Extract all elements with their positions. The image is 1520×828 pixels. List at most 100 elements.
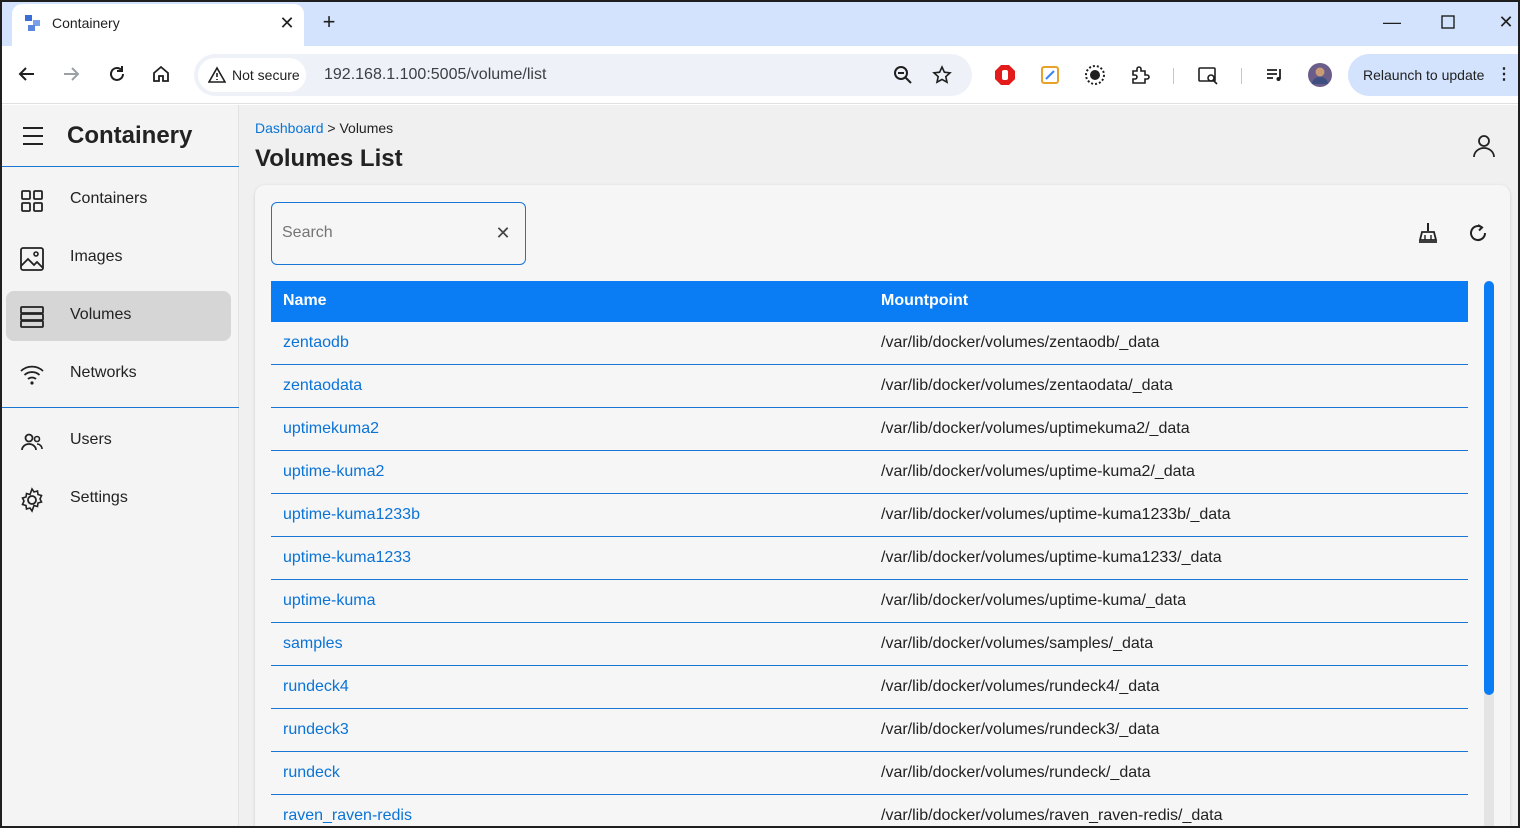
table-row[interactable]: samples/var/lib/docker/volumes/samples/_… <box>271 623 1468 666</box>
media-control-icon[interactable] <box>1262 62 1288 88</box>
volume-name-link[interactable]: rundeck3 <box>283 721 349 739</box>
volume-name-link[interactable]: raven_raven-redis <box>283 807 412 825</box>
relaunch-button[interactable]: Relaunch to update ⋮ <box>1348 54 1518 96</box>
sidebar-item-label: Volumes <box>70 306 132 323</box>
volume-name-link[interactable]: uptimekuma2 <box>283 420 379 438</box>
sidebar-item-label: Users <box>70 431 112 448</box>
back-icon[interactable] <box>12 59 42 89</box>
column-header-mountpoint[interactable]: Mountpoint <box>881 292 968 310</box>
breadcrumb-current: Volumes <box>339 120 394 136</box>
volume-name-link[interactable]: uptime-kuma1233b <box>283 506 420 524</box>
maximize-icon[interactable] <box>1428 8 1468 38</box>
address-bar[interactable]: Not secure 192.168.1.100:5005/volume/lis… <box>194 54 972 96</box>
scrollbar-track[interactable] <box>1484 281 1494 826</box>
account-icon[interactable] <box>1471 133 1497 159</box>
home-icon[interactable] <box>146 59 176 89</box>
tab-close-icon[interactable]: ✕ <box>274 10 300 36</box>
bookmark-star-icon[interactable] <box>931 64 953 86</box>
sidebar-item-label: Images <box>70 248 123 265</box>
sidebar-divider <box>2 407 239 408</box>
table-row[interactable]: rundeck4/var/lib/docker/volumes/rundeck4… <box>271 666 1468 709</box>
warning-icon <box>208 66 226 83</box>
table-row[interactable]: uptimekuma2/var/lib/docker/volumes/uptim… <box>271 408 1468 451</box>
table-row[interactable]: rundeck3/var/lib/docker/volumes/rundeck3… <box>271 709 1468 752</box>
sidebar: Containery Containers Images Volumes Net… <box>2 105 239 826</box>
table-row[interactable]: uptime-kuma1233b/var/lib/docker/volumes/… <box>271 494 1468 537</box>
sidebar-item-label: Containers <box>70 190 148 207</box>
search-field: ✕ <box>271 202 526 265</box>
volume-name-link[interactable]: uptime-kuma2 <box>283 463 384 481</box>
new-tab-icon[interactable]: + <box>314 8 344 38</box>
volume-name-link[interactable]: uptime-kuma <box>283 592 375 610</box>
volume-mountpoint: /var/lib/docker/volumes/samples/_data <box>881 635 1154 652</box>
wifi-icon <box>18 361 46 389</box>
table-row[interactable]: zentaodata/var/lib/docker/volumes/zentao… <box>271 365 1468 408</box>
table-row[interactable]: uptime-kuma/var/lib/docker/volumes/uptim… <box>271 580 1468 623</box>
volume-name-link[interactable]: rundeck <box>283 764 340 782</box>
url-text[interactable]: 192.168.1.100:5005/volume/list <box>324 66 546 84</box>
profile-avatar-icon[interactable] <box>1307 62 1333 88</box>
more-menu-icon[interactable]: ⋮ <box>1496 54 1512 96</box>
storage-icon <box>18 303 46 331</box>
table-row[interactable]: uptime-kuma2/var/lib/docker/volumes/upti… <box>271 451 1468 494</box>
gear-icon <box>18 486 46 514</box>
volume-name-link[interactable]: zentaodata <box>283 377 362 395</box>
volume-mountpoint: /var/lib/docker/volumes/zentaodb/_data <box>881 334 1160 351</box>
browser-tab[interactable]: Containery ✕ <box>12 4 304 46</box>
volume-name-link[interactable]: samples <box>283 635 343 653</box>
page-title: Volumes List <box>255 145 403 172</box>
sidebar-item-images[interactable]: Images <box>6 233 231 283</box>
site-info-chip[interactable]: Not secure <box>198 58 306 92</box>
volume-name-link[interactable]: zentaodb <box>283 334 349 352</box>
forward-icon[interactable] <box>56 59 86 89</box>
image-icon <box>18 245 46 273</box>
volume-name-link[interactable]: rundeck4 <box>283 678 349 696</box>
main-content: Dashboard > Volumes Volumes List ✕ <box>239 105 1518 826</box>
sidebar-item-containers[interactable]: Containers <box>6 175 231 225</box>
volumes-table: Name Mountpoint zentaodb/var/lib/docker/… <box>271 281 1468 826</box>
toolbar-separator <box>1241 68 1242 84</box>
scrollbar-thumb[interactable] <box>1484 281 1494 695</box>
table-row[interactable]: zentaodb/var/lib/docker/volumes/zentaodb… <box>271 322 1468 365</box>
browser-window: Containery ✕ + — ✕ Not secure 192.168.1.… <box>0 0 1520 828</box>
breadcrumb-link-dashboard[interactable]: Dashboard <box>255 120 324 136</box>
clear-search-icon[interactable]: ✕ <box>492 222 514 244</box>
breadcrumb: Dashboard > Volumes <box>255 120 393 136</box>
tab-title: Containery <box>52 15 120 31</box>
table-row[interactable]: raven_raven-redis/var/lib/docker/volumes… <box>271 795 1468 826</box>
table-row[interactable]: rundeck/var/lib/docker/volumes/rundeck/_… <box>271 752 1468 795</box>
prune-broom-icon[interactable] <box>1414 219 1442 247</box>
volume-name-link[interactable]: uptime-kuma1233 <box>283 549 411 567</box>
minimize-icon[interactable]: — <box>1372 8 1412 38</box>
sidebar-item-users[interactable]: Users <box>6 416 231 466</box>
table-row[interactable]: uptime-kuma1233/var/lib/docker/volumes/u… <box>271 537 1468 580</box>
breadcrumb-separator: > <box>327 120 336 136</box>
sidebar-item-volumes[interactable]: Volumes <box>6 291 231 341</box>
volume-mountpoint: /var/lib/docker/volumes/uptime-kuma2/_da… <box>881 463 1195 480</box>
table-header: Name Mountpoint <box>271 281 1468 322</box>
app-container: Containery Containers Images Volumes Net… <box>2 105 1518 826</box>
window-close-icon[interactable]: ✕ <box>1486 8 1518 38</box>
puzzle-extensions-icon[interactable] <box>1127 62 1153 88</box>
zoom-icon[interactable] <box>892 64 914 86</box>
tab-search-icon[interactable] <box>1195 62 1221 88</box>
reload-icon[interactable] <box>102 59 132 89</box>
volume-mountpoint: /var/lib/docker/volumes/uptime-kuma/_dat… <box>881 592 1187 609</box>
users-icon <box>18 428 46 456</box>
volume-mountpoint: /var/lib/docker/volumes/rundeck4/_data <box>881 678 1160 695</box>
refresh-icon[interactable] <box>1464 219 1492 247</box>
volume-mountpoint: /var/lib/docker/volumes/uptimekuma2/_dat… <box>881 420 1190 437</box>
tab-strip: Containery ✕ + — ✕ <box>2 2 1518 46</box>
color-extension-icon[interactable] <box>1037 62 1063 88</box>
adblock-extension-icon[interactable] <box>992 62 1018 88</box>
search-input[interactable] <box>282 221 482 245</box>
volume-mountpoint: /var/lib/docker/volumes/rundeck3/_data <box>881 721 1160 738</box>
volume-mountpoint: /var/lib/docker/volumes/uptime-kuma1233/… <box>881 549 1222 566</box>
sidebar-item-label: Settings <box>70 489 128 506</box>
column-header-name[interactable]: Name <box>283 292 327 310</box>
menu-icon[interactable] <box>20 123 46 149</box>
sidebar-item-label: Networks <box>70 364 137 381</box>
sidebar-item-settings[interactable]: Settings <box>6 474 231 524</box>
sun-extension-icon[interactable] <box>1082 62 1108 88</box>
sidebar-item-networks[interactable]: Networks <box>6 349 231 399</box>
